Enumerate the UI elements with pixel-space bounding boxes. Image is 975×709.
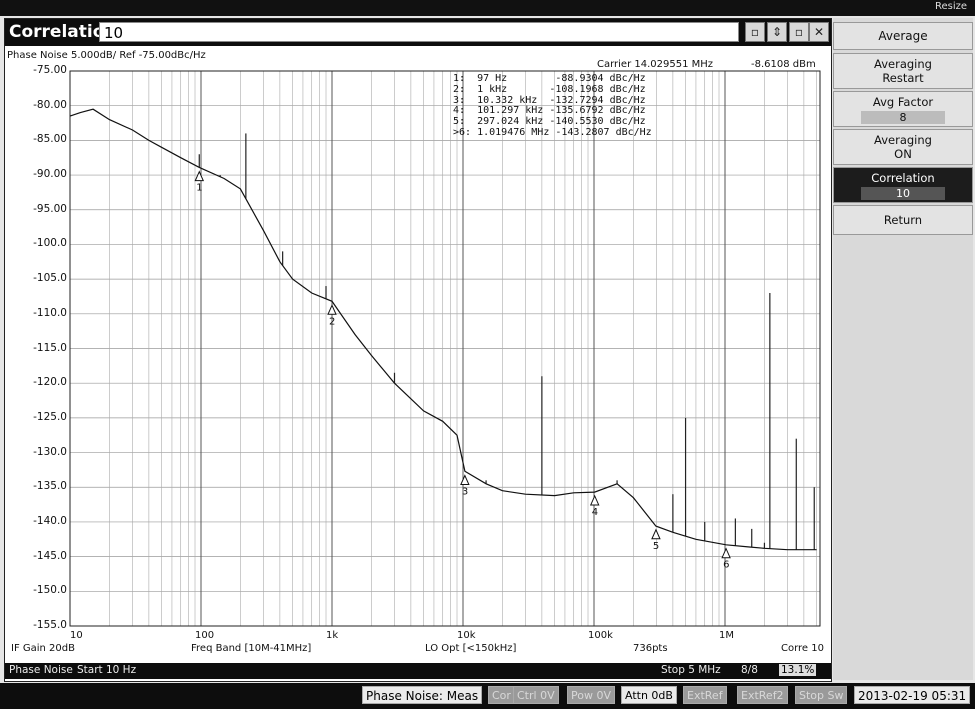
status-bar-top: IF Gain 20dB Freq Band [10M-41MHz] LO Op… — [9, 642, 831, 656]
x-tick-label: 100 — [195, 630, 215, 641]
top-strip: Resize — [0, 0, 975, 16]
attn-indicator[interactable]: Attn 0dB — [621, 686, 677, 704]
points-count: 736pts — [633, 643, 668, 654]
averaging-restart-button[interactable]: Averaging Restart — [833, 53, 973, 89]
marker-row-6: >6: 1.019476 MHz -143.2807 dBc/Hz — [453, 126, 652, 138]
marker-triangle — [194, 170, 205, 182]
stop-sw-indicator[interactable]: Stop Sw — [795, 686, 848, 704]
correlation-button[interactable]: Correlation 10 — [833, 167, 973, 203]
marker-table: 1: 97 Hz -88.9304 dBc/Hz 2: 1 kHz -108.1… — [453, 73, 652, 139]
x-tick-label: 10k — [457, 630, 476, 641]
marker-triangle — [589, 494, 600, 506]
lo-opt: LO Opt [<150kHz] — [425, 643, 517, 654]
cor-indicator[interactable]: Cor — [488, 686, 515, 704]
measurement-window: Correlation 10 ▫ ⇕ ▫ ✕ Phase Noise 5.000… — [4, 18, 832, 682]
date-time: 2013-02-19 05:31 — [854, 686, 971, 704]
x-tick-label: 100k — [588, 630, 613, 641]
marker-triangle — [327, 304, 337, 315]
avg-factor-value: 8 — [861, 111, 945, 124]
x-tick-label: 1M — [719, 630, 734, 641]
return-button[interactable]: Return — [833, 205, 973, 235]
status-bar-bottom: Phase Noise Start 10 Hz Stop 5 MHz 8/8 1… — [5, 663, 831, 679]
extref-indicator[interactable]: ExtRef — [683, 686, 727, 704]
average-menu-title: Average — [833, 22, 973, 50]
bottom-status-bar: Phase Noise: Meas Cor Ctrl 0V Pow 0V Att… — [0, 683, 975, 709]
plot-grid — [70, 71, 820, 626]
resize-label[interactable]: Resize — [935, 1, 967, 12]
marker-label: 4 — [592, 507, 598, 518]
marker-triangle — [721, 547, 731, 559]
extref2-indicator[interactable]: ExtRef2 — [737, 686, 788, 704]
average-count: 8/8 — [741, 664, 758, 676]
marker-triangle — [651, 528, 661, 540]
mode-label: Phase Noise — [9, 664, 73, 676]
corre-count: Corre 10 — [781, 643, 824, 654]
softkey-panel: Average Averaging Restart Avg Factor 8 Av… — [833, 18, 973, 680]
phase-noise-plot: 1 2 3 4 5 6 — [69, 70, 821, 627]
marker-label: 2 — [329, 316, 335, 327]
marker-triangle — [460, 474, 470, 485]
pow-indicator[interactable]: Pow 0V — [567, 686, 615, 704]
progress-percent: 13.1% — [779, 664, 817, 676]
meas-indicator[interactable]: Phase Noise: Meas — [362, 686, 483, 704]
marker-label: 3 — [462, 486, 468, 497]
correlation-value: 10 — [861, 187, 945, 200]
stop-frequency: Stop 5 MHz — [661, 664, 721, 676]
x-tick-label: 10 — [70, 630, 83, 641]
averaging-toggle-button[interactable]: Averaging ON — [833, 129, 973, 165]
avg-factor-button[interactable]: Avg Factor 8 — [833, 91, 973, 127]
start-frequency: Start 10 Hz — [77, 664, 137, 676]
marker-label: 6 — [723, 560, 729, 571]
if-gain: IF Gain 20dB — [11, 643, 75, 654]
marker-label: 5 — [653, 541, 659, 552]
x-tick-label: 1k — [326, 630, 339, 641]
marker-label: 1 — [196, 183, 202, 194]
ctrl-indicator[interactable]: Ctrl 0V — [513, 686, 559, 704]
freq-band: Freq Band [10M-41MHz] — [191, 643, 312, 654]
